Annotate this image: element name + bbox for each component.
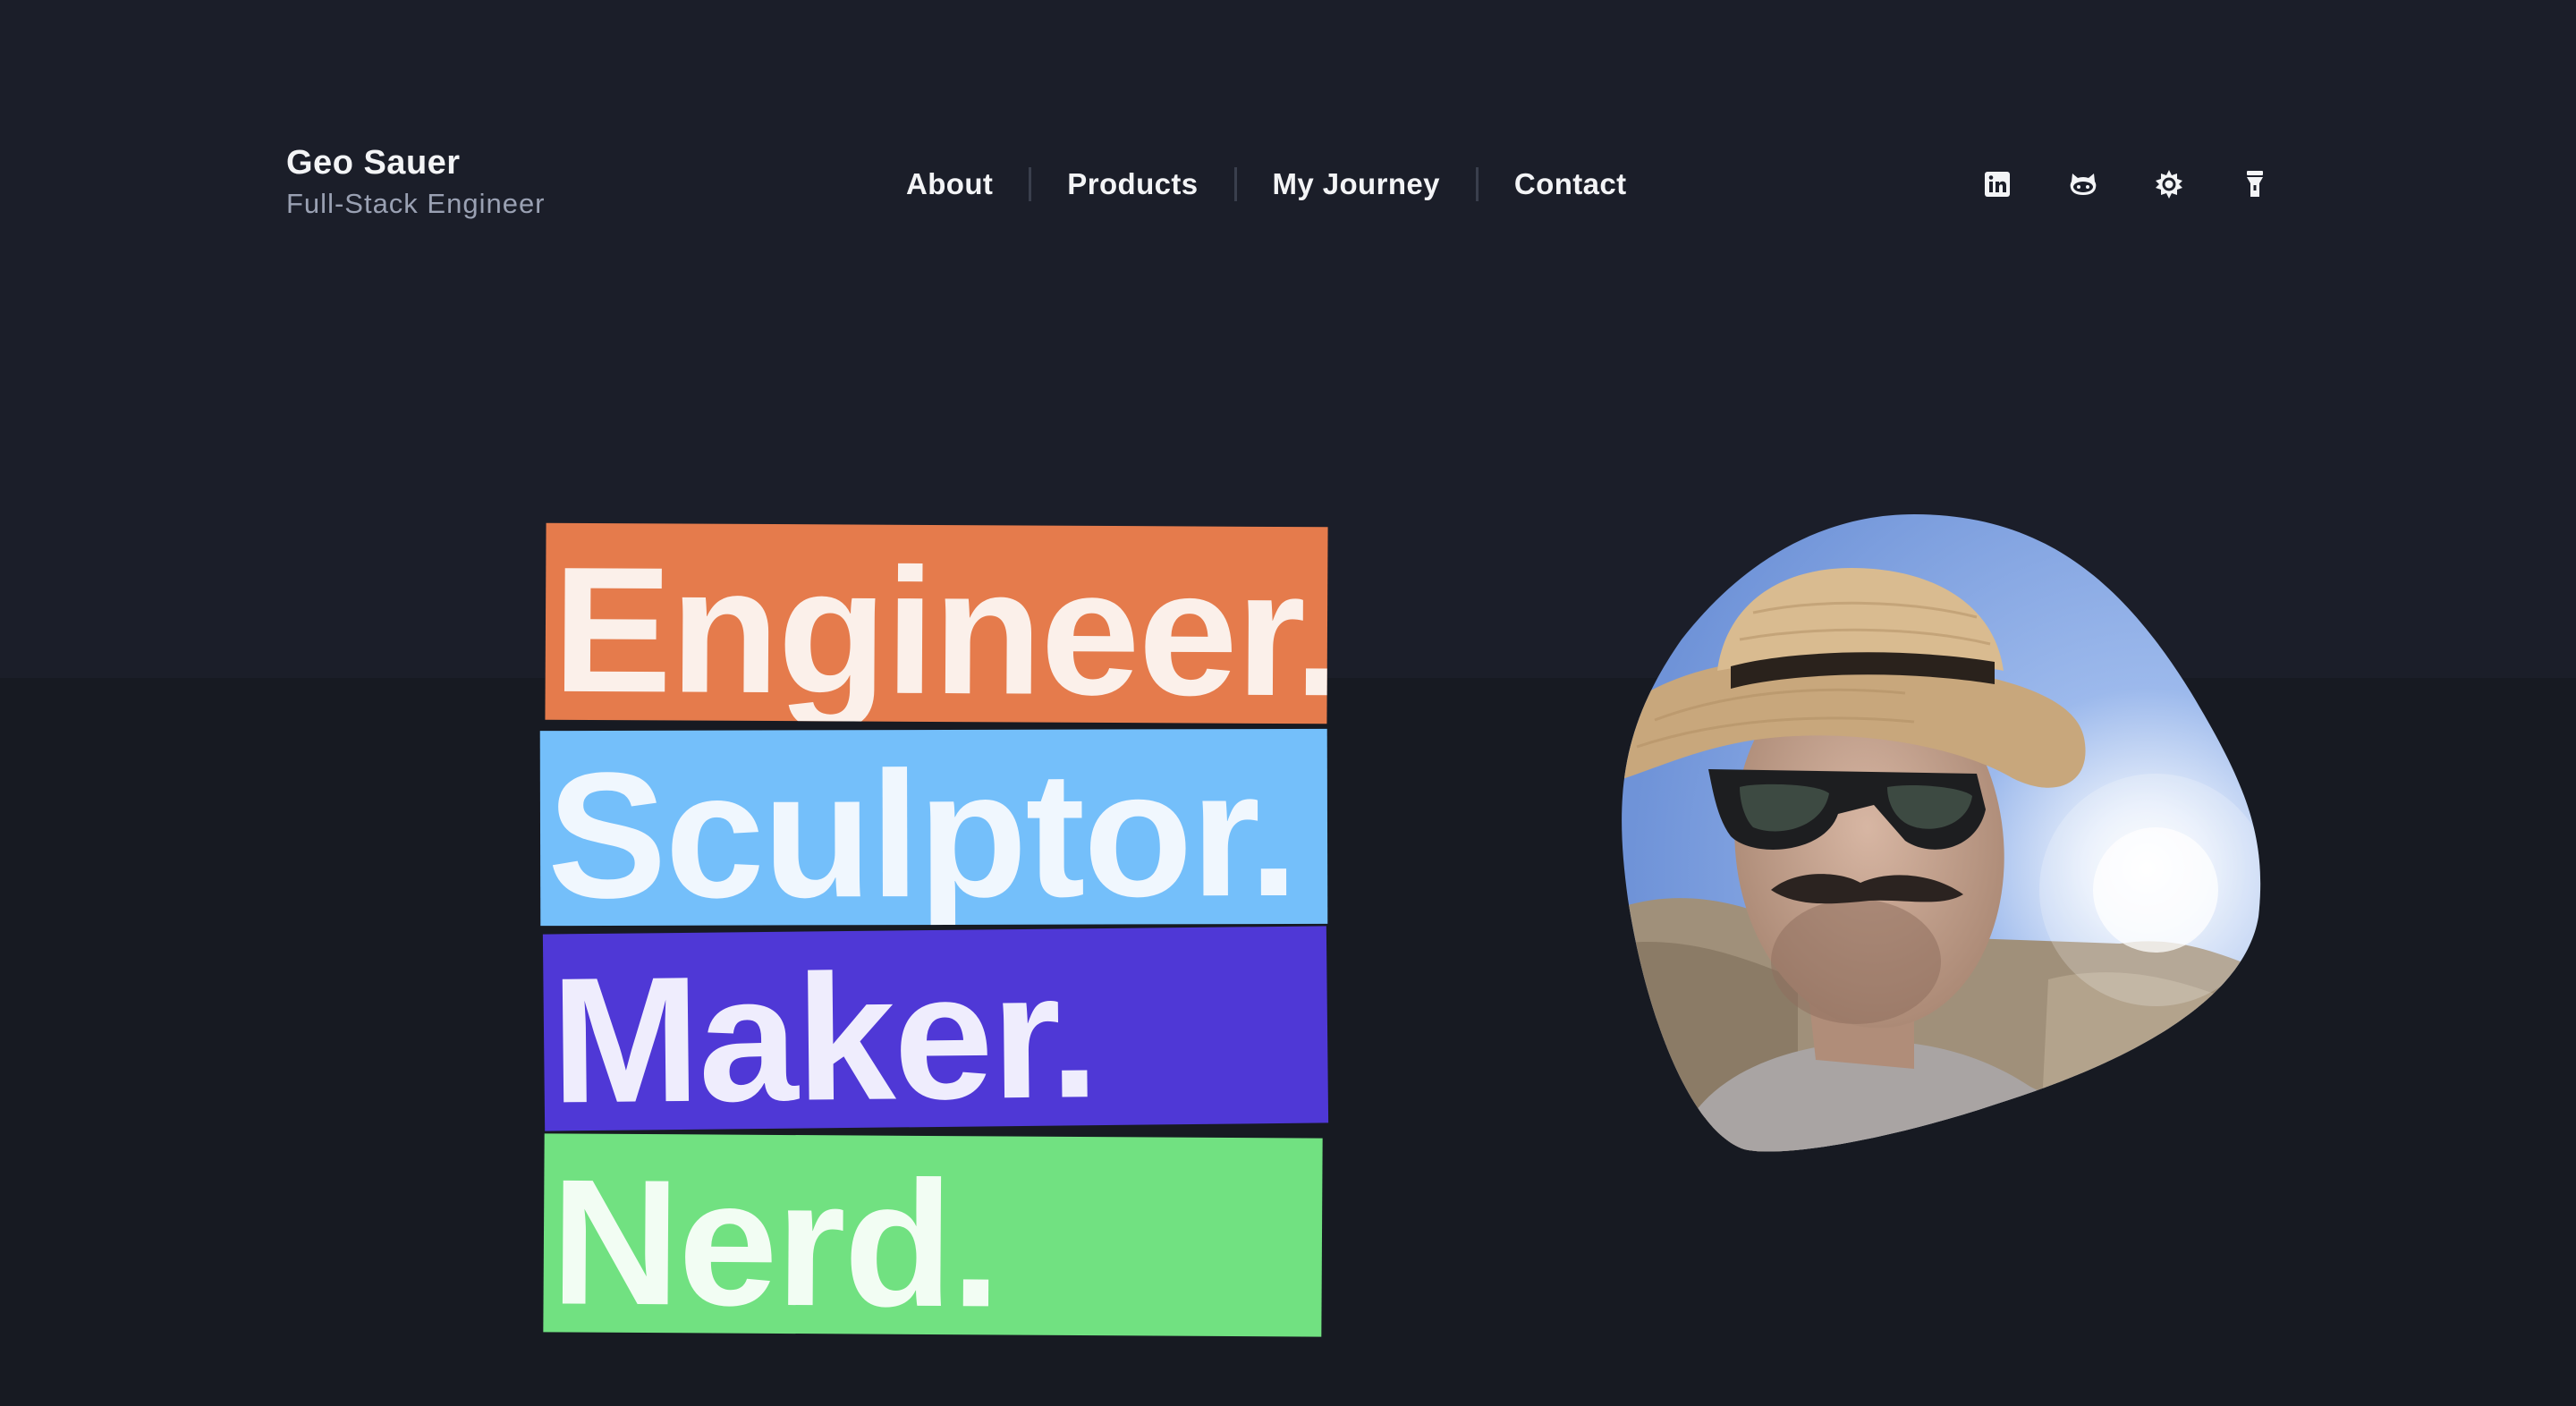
hero-word-text: Engineer. — [552, 529, 1328, 724]
nav-divider — [1233, 167, 1237, 201]
nav-contact[interactable]: Contact — [1514, 167, 1627, 201]
hero-word-text: Nerd. — [550, 1142, 1000, 1337]
nav-divider — [1475, 167, 1479, 201]
nav-about[interactable]: About — [906, 167, 993, 201]
header-icons — [1979, 162, 2274, 207]
profile-photo — [1622, 514, 2261, 1152]
theme-toggle-icon[interactable] — [2150, 165, 2188, 203]
site-owner-role: Full-Stack Engineer — [286, 188, 546, 219]
hero-word-engineer: Engineer. — [545, 522, 1328, 724]
nav-divider — [1029, 167, 1032, 201]
flashlight-icon[interactable] — [2236, 165, 2274, 203]
page: Geo Sauer Full-Stack Engineer About Prod… — [0, 0, 2576, 1406]
nav-products[interactable]: Products — [1067, 167, 1198, 201]
github-icon[interactable] — [2064, 165, 2102, 203]
main-nav: About Products My Journey Contact — [906, 161, 1627, 208]
hero-word-text: Maker. — [549, 936, 1098, 1131]
hero-word-sculptor: Sculptor. — [539, 728, 1328, 927]
hero-word-text: Sculptor. — [547, 733, 1297, 927]
brand[interactable]: Geo Sauer Full-Stack Engineer — [286, 141, 546, 224]
site-owner-name[interactable]: Geo Sauer — [286, 141, 546, 184]
hero-word-nerd: Nerd. — [543, 1133, 1323, 1337]
linkedin-icon[interactable] — [1979, 165, 2016, 203]
hero-word-maker: Maker. — [542, 926, 1329, 1131]
nav-my-journey[interactable]: My Journey — [1273, 167, 1440, 201]
